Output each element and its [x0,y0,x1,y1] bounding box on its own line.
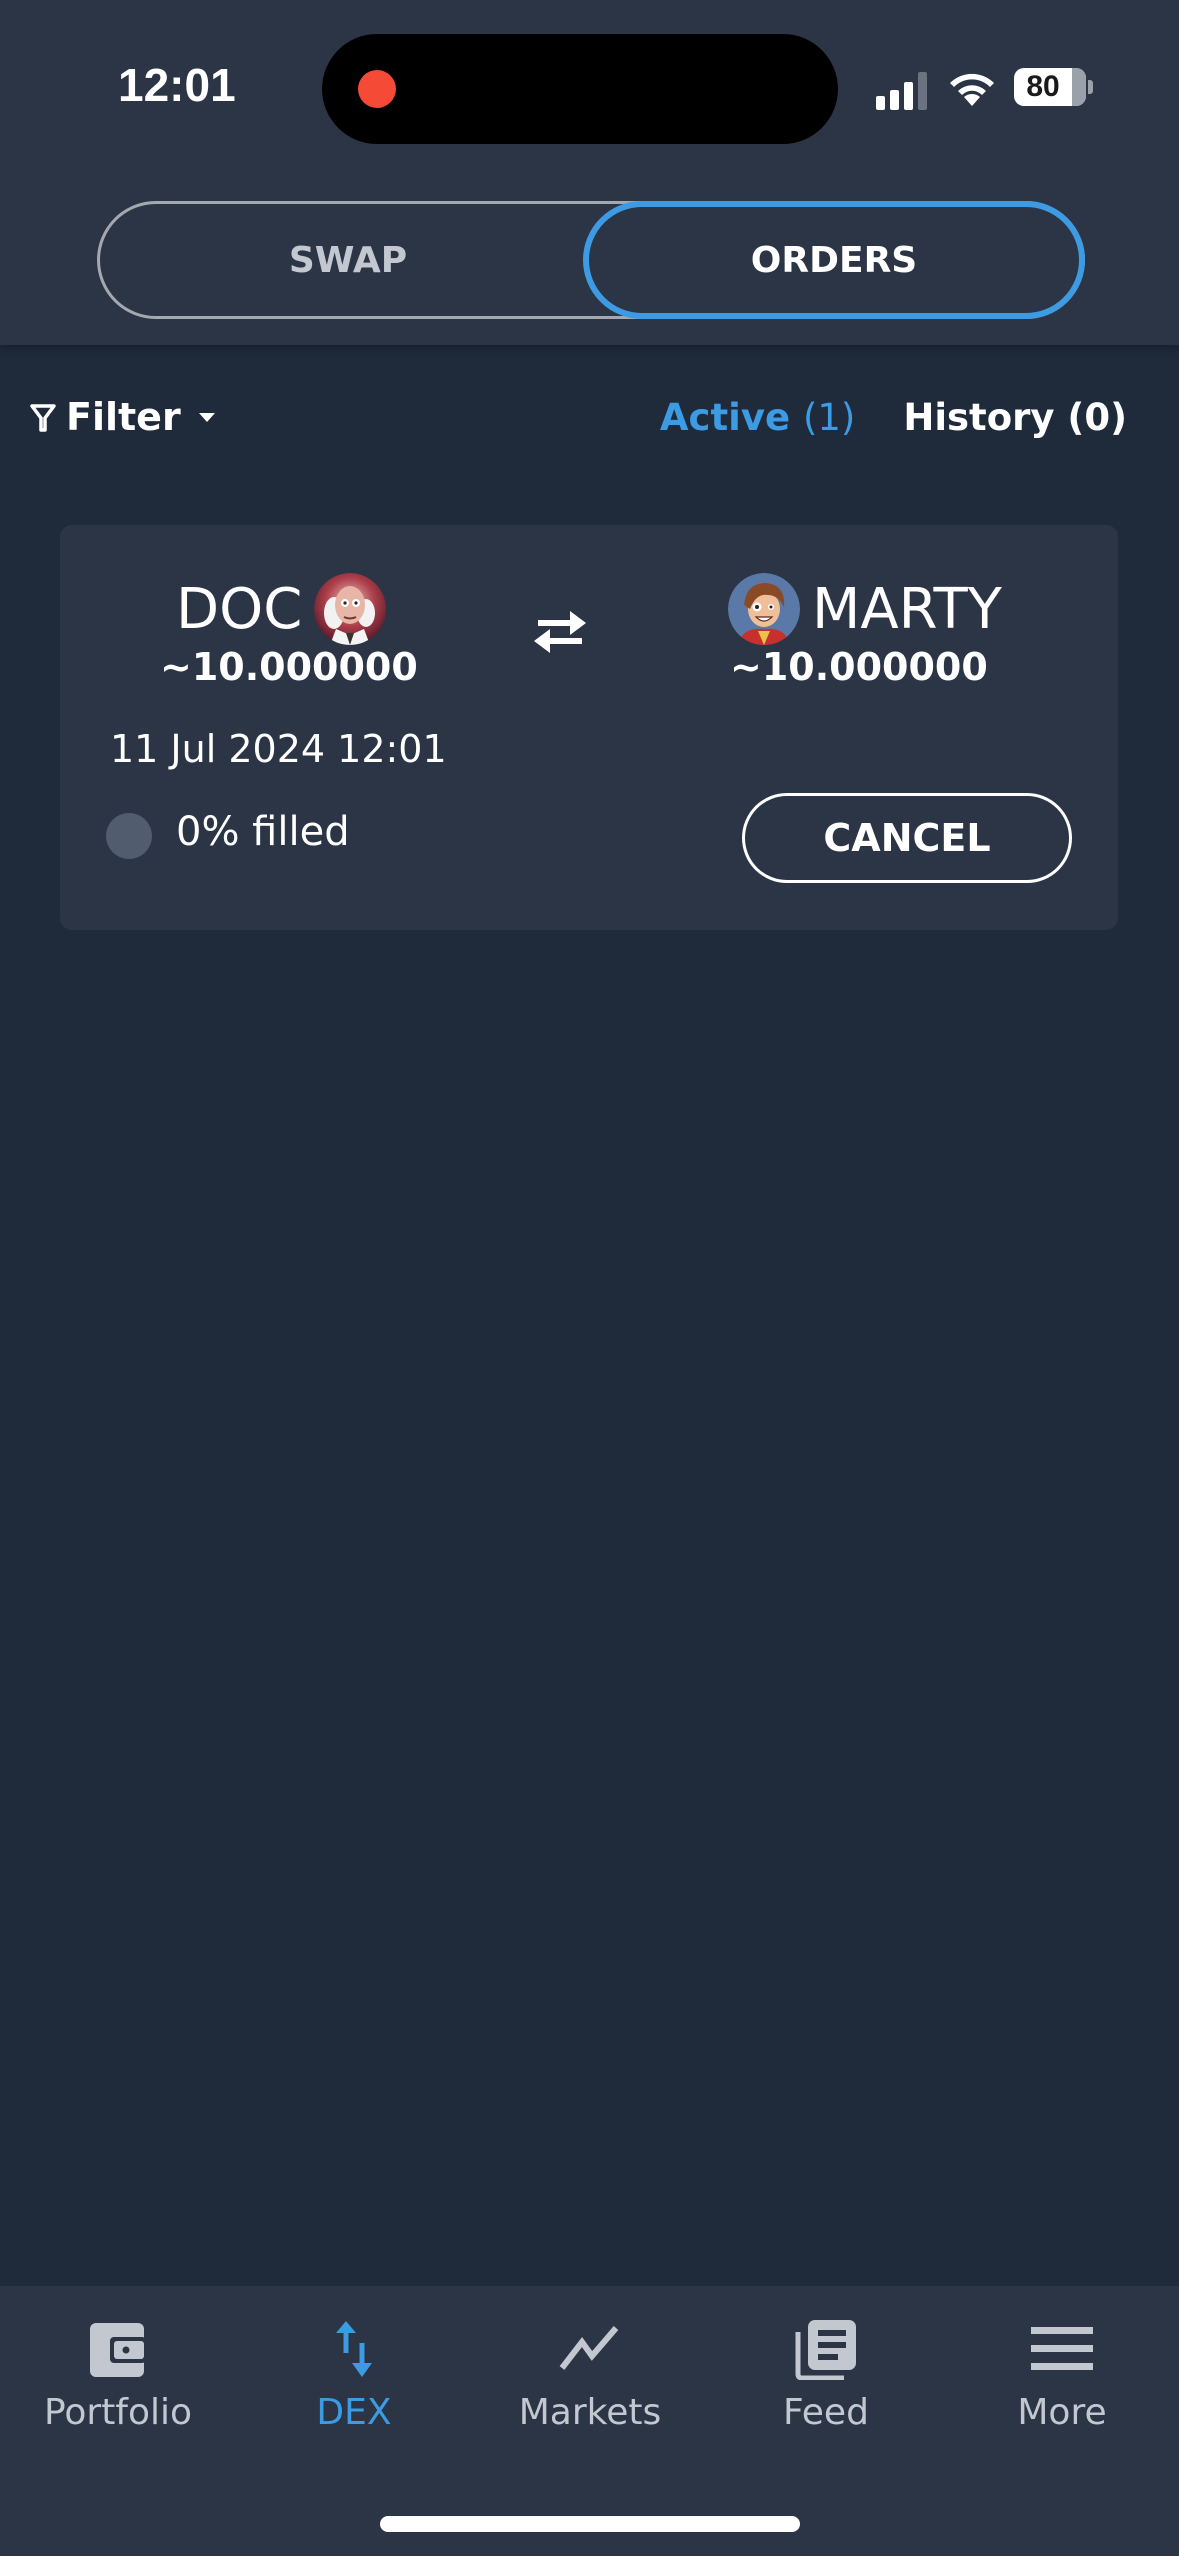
dynamic-island [322,34,838,144]
nav-dex-label: DEX [316,2392,392,2433]
sell-amount: ~10.000000 [160,645,418,689]
nav-markets-label: Markets [518,2392,662,2433]
nav-feed[interactable]: Feed [708,2316,944,2446]
nav-portfolio-label: Portfolio [43,2392,193,2433]
order-date: 11 Jul 2024 12:01 [110,727,447,771]
home-indicator[interactable] [380,2516,800,2532]
buy-amount: ~10.000000 [730,645,988,689]
tab-history-orders[interactable]: History (0) [903,396,1127,439]
status-time: 12:01 [118,59,236,111]
nav-more-label: More [1017,2392,1107,2433]
filter-icon [30,404,56,432]
swap-orders-toggle: SWAP ORDERS [97,201,1085,319]
marty-coin-avatar-icon [728,573,800,645]
cancel-order-button[interactable]: CANCEL [742,793,1072,883]
recording-indicator-icon [358,70,396,108]
sell-coin: DOC [176,573,387,645]
status-bar: 12:01 80 [0,0,1179,170]
battery-icon: 80 [1014,68,1086,106]
fill-progress-indicator [106,813,152,859]
nav-dex[interactable]: DEX [236,2316,472,2446]
tab-active-label: Active [659,395,791,439]
header: 12:01 80 SWAP ORDERS [0,0,1179,345]
battery-level: 80 [1026,70,1060,103]
tab-swap[interactable]: SWAP [97,201,599,319]
tab-active-count: (1) [802,395,856,439]
buy-coin-ticker: MARTY [812,576,1002,642]
order-status-tabs: Active (1) History (0) [660,388,1127,446]
nav-feed-label: Feed [783,2392,869,2433]
tab-active-orders[interactable]: Active (1) [660,396,855,439]
nav-more[interactable]: More [944,2316,1179,2446]
sell-coin-ticker: DOC [176,576,303,642]
tab-orders[interactable]: ORDERS [583,201,1085,319]
wallet-icon [90,2323,146,2377]
caret-down-icon [198,413,215,422]
swap-vertical-icon [336,2321,372,2377]
buy-coin: MARTY [728,573,1002,645]
cellular-signal-icon [876,70,932,110]
tab-history-label: History [903,395,1055,439]
doc-coin-avatar-icon [314,573,387,645]
nav-markets[interactable]: Markets [472,2316,708,2446]
filter-dropdown[interactable]: Filter [30,388,217,446]
filter-label: Filter [66,395,181,439]
nav-portfolio[interactable]: Portfolio [0,2316,236,2446]
tab-history-count: (0) [1067,395,1127,439]
battery-tip [1088,80,1093,94]
newspaper-icon [795,2320,856,2380]
swap-arrows-icon [534,611,586,653]
chart-line-icon [559,2326,619,2370]
menu-icon [1031,2327,1093,2370]
order-card[interactable]: DOC ~10.000000 MARTY ~10.000000 11 Jul 2… [60,525,1118,930]
wifi-icon [950,73,994,106]
filled-status: 0% filled [176,809,350,855]
